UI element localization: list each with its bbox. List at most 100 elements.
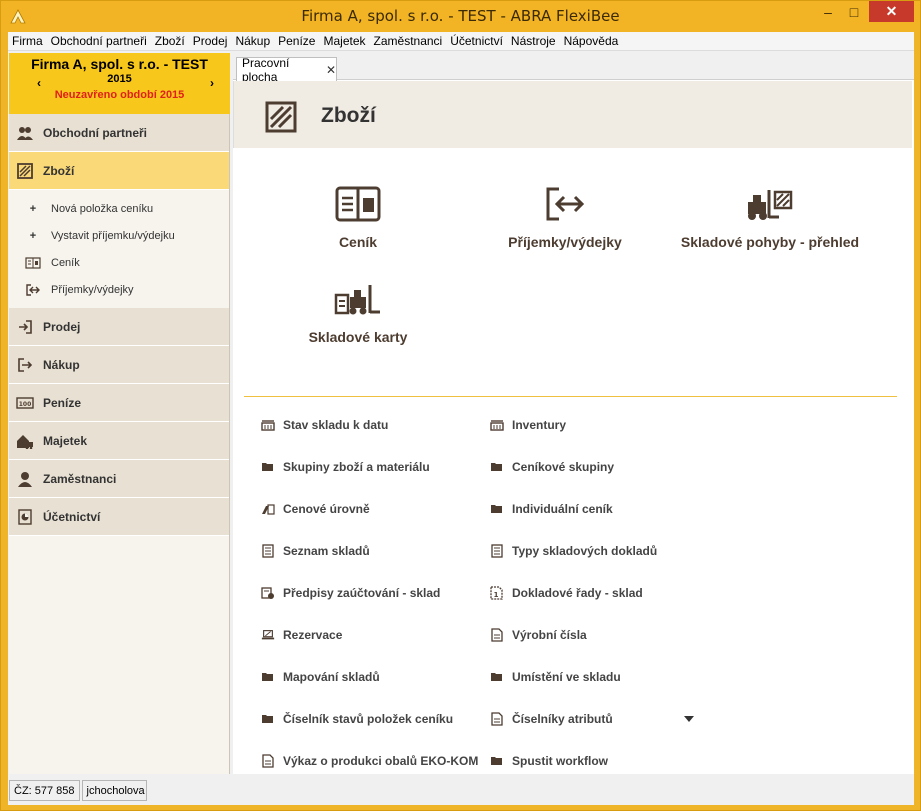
link-label: Výkaz o produkci obalů EKO-KOM xyxy=(283,754,479,768)
app-window: Firma A, spol. s r.o. - TEST - ABRA Flex… xyxy=(0,0,921,811)
title-bar[interactable]: Firma A, spol. s r.o. - TEST - ABRA Flex… xyxy=(1,1,920,32)
link-label: Výrobní čísla xyxy=(512,628,587,642)
menu-nastroje[interactable]: Nástroje xyxy=(511,34,556,48)
forklift-icon xyxy=(748,190,793,220)
link-label: Cenové úrovně xyxy=(283,502,370,516)
tab-pracovni-plocha[interactable]: Pracovní plocha ✕ xyxy=(236,56,337,84)
menu-zbozi[interactable]: Zboží xyxy=(155,34,185,48)
menu-zamestnanci[interactable]: Zaměstnanci xyxy=(374,34,443,48)
link-label: Rezervace xyxy=(283,628,343,642)
subitem-label: Ceník xyxy=(51,256,80,269)
company-year: 2015 xyxy=(107,73,132,85)
link-label: Předpisy zaúčtování - sklad xyxy=(283,586,441,600)
link-spustit-workflow[interactable]: Spustit workflow xyxy=(490,754,608,768)
list-icon xyxy=(490,544,504,558)
link-typy-skladovych-dokladu[interactable]: Typy skladových dokladů xyxy=(490,544,657,558)
menu-obchodni-partneri[interactable]: Obchodní partneři xyxy=(51,34,147,48)
sidebar-item-prodej[interactable]: Prodej xyxy=(9,308,229,346)
subitem-cenik[interactable]: Ceník xyxy=(9,249,229,276)
link-cenove-urovne[interactable]: Cenové úrovně xyxy=(261,502,370,516)
dropdown-arrow-icon[interactable] xyxy=(684,716,694,722)
menu-firma[interactable]: Firma xyxy=(12,34,43,48)
menu-napoveda[interactable]: Nápověda xyxy=(564,34,619,48)
list-icon xyxy=(261,544,275,558)
link-skupiny-zbozi[interactable]: Skupiny zboží a materiálu xyxy=(261,460,430,474)
link-label: Typy skladových dokladů xyxy=(512,544,658,558)
folder-icon xyxy=(490,670,504,684)
link-mapovani-skladu[interactable]: Mapování skladů xyxy=(261,670,380,684)
sidebar-item-obchodni-partneri[interactable]: Obchodní partneři xyxy=(9,114,229,152)
purchase-icon xyxy=(16,356,34,374)
exchange-icon xyxy=(546,187,585,221)
link-label: Číselník stavů položek ceníku xyxy=(283,712,454,726)
link-ciselnik-stavu[interactable]: Číselník stavů položek ceníku xyxy=(261,712,453,726)
link-label: Individuální ceník xyxy=(512,502,613,516)
link-rezervace[interactable]: Rezervace xyxy=(261,628,342,642)
link-cenikove-skupiny[interactable]: Ceníkové skupiny xyxy=(490,460,614,474)
menu-nakup[interactable]: Nákup xyxy=(235,34,270,48)
link-ciselniky-atributu[interactable]: Číselníky atributů xyxy=(490,712,613,726)
sidebar: Firma A, spol. s r.o. - TEST ‹ 2015 › Ne… xyxy=(9,53,230,774)
link-vykaz-eko-kom[interactable]: Výkaz o produkci obalů EKO-KOM xyxy=(261,754,478,768)
menu-ucetnictvi[interactable]: Účetnictví xyxy=(450,34,503,48)
forklift-card-icon xyxy=(334,285,380,315)
tile-skladove-pohyby[interactable]: Skladové pohyby - přehled xyxy=(670,186,870,250)
employee-icon xyxy=(16,470,34,488)
sidebar-item-label: Obchodní partneři xyxy=(43,125,148,140)
link-vyrobni-cisla[interactable]: Výrobní čísla xyxy=(490,628,587,642)
tab-close-icon[interactable]: ✕ xyxy=(326,63,336,77)
close-button[interactable]: ✕ xyxy=(869,1,914,22)
tile-label: Skladové pohyby - přehled xyxy=(680,234,860,250)
plus-icon: + xyxy=(29,202,37,215)
next-period-button[interactable]: › xyxy=(210,76,214,90)
subitem-prijemky-vydejky[interactable]: Příjemky/výdejky xyxy=(9,276,229,303)
menu-bar: Firma Obchodní partneři Zboží Prodej Nák… xyxy=(8,32,914,51)
maximize-button[interactable]: □ xyxy=(841,1,867,22)
folder-icon xyxy=(490,460,504,474)
link-predpisy-zauctovani[interactable]: Předpisy zaúčtování - sklad xyxy=(261,586,440,600)
property-icon xyxy=(16,432,34,450)
subitem-nova-polozka-ceniku[interactable]: + Nová položka ceníku xyxy=(9,195,229,222)
subitem-vystavit-prijemku[interactable]: + Vystavit příjemku/výdejku xyxy=(9,222,229,249)
document-icon xyxy=(490,712,504,726)
link-seznam-skladu[interactable]: Seznam skladů xyxy=(261,544,370,558)
subitem-label: Vystavit příjemku/výdejku xyxy=(51,229,175,242)
tile-skladove-karty[interactable]: Skladové karty xyxy=(293,281,423,345)
period-warning[interactable]: Neuzavřeno období 2015 xyxy=(9,89,230,101)
link-dokladove-rady[interactable]: 1 Dokladové řady - sklad xyxy=(490,586,643,600)
sidebar-item-penize[interactable]: 100 Peníze xyxy=(9,384,229,422)
window-title: Firma A, spol. s r.o. - TEST - ABRA Flex… xyxy=(301,7,620,25)
accounting-icon xyxy=(16,508,34,526)
sidebar-item-label: Nákup xyxy=(43,357,80,372)
sidebar-item-nakup[interactable]: Nákup xyxy=(9,346,229,384)
link-umisteni-ve-skladu[interactable]: Umístění ve skladu xyxy=(490,670,621,684)
link-label: Inventury xyxy=(512,418,567,432)
money-icon: 100 xyxy=(16,394,34,412)
sidebar-item-majetek[interactable]: Majetek xyxy=(9,422,229,460)
sidebar-item-label: Peníze xyxy=(43,395,82,410)
menu-majetek[interactable]: Majetek xyxy=(323,34,365,48)
subitem-label: Příjemky/výdejky xyxy=(51,283,134,296)
menu-prodej[interactable]: Prodej xyxy=(193,34,228,48)
link-stav-skladu[interactable]: Stav skladu k datu xyxy=(261,418,388,432)
tile-cenik[interactable]: Ceník xyxy=(293,186,423,250)
sidebar-item-ucetnictvi[interactable]: Účetnictví xyxy=(9,498,229,536)
tile-label: Skladové karty xyxy=(308,329,408,345)
sidebar-item-zbozi[interactable]: Zboží xyxy=(9,152,229,190)
sidebar-item-label: Účetnictví xyxy=(43,509,101,524)
main-panel: Pracovní plocha ✕ Zboží Ceník Příjemky/v… xyxy=(233,53,914,774)
minimize-button[interactable]: – xyxy=(815,1,841,22)
link-label: Umístění ve skladu xyxy=(512,670,621,684)
menu-penize[interactable]: Peníze xyxy=(278,34,315,48)
link-inventury[interactable]: Inventury xyxy=(490,418,566,432)
tile-label: Příjemky/výdejky xyxy=(508,234,622,250)
reservation-icon xyxy=(261,628,275,642)
page-title: Zboží xyxy=(321,104,376,127)
tile-label: Ceník xyxy=(338,234,378,250)
posting-rules-icon xyxy=(261,586,275,600)
sidebar-item-label: Prodej xyxy=(43,319,81,334)
prev-period-button[interactable]: ‹ xyxy=(37,76,41,90)
sidebar-item-zamestnanci[interactable]: Zaměstnanci xyxy=(9,460,229,498)
link-individualni-cenik[interactable]: Individuální ceník xyxy=(490,502,613,516)
tile-prijemky-vydejky[interactable]: Příjemky/výdejky xyxy=(485,186,645,250)
